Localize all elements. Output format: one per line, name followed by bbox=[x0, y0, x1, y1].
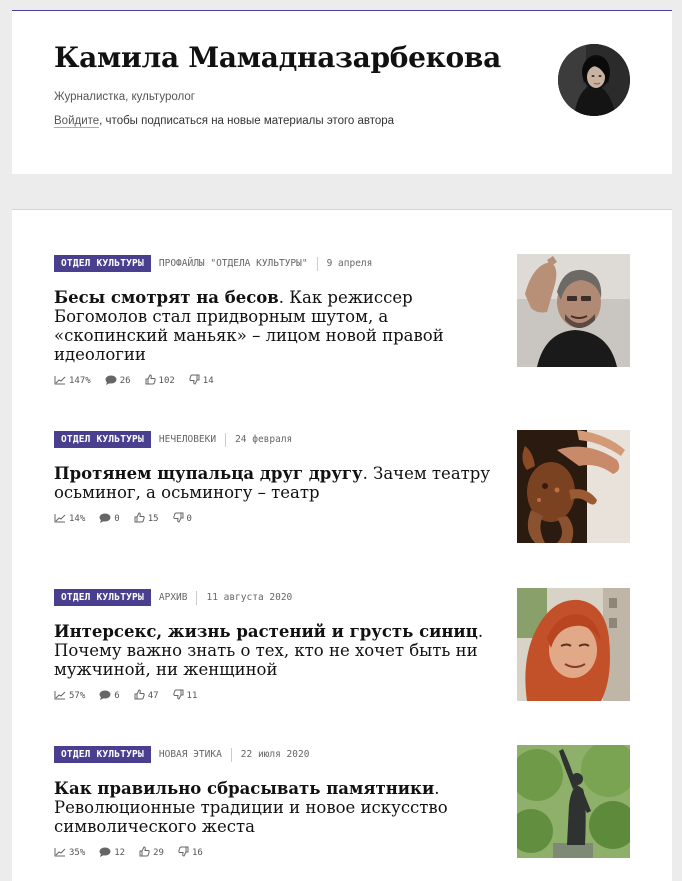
speech-bubble-icon bbox=[99, 690, 114, 703]
login-link[interactable]: Войдите bbox=[54, 115, 100, 128]
meta-divider bbox=[196, 590, 198, 605]
article-card: ОТДЕЛ КУЛЬТУРЫ НЕЧЕЛОВЕКИ 24 февраля Про… bbox=[54, 430, 630, 545]
article-stats: 147% 26 102 14 bbox=[54, 374, 228, 388]
thumbs-down-icon bbox=[178, 846, 192, 860]
article-headline[interactable]: Как правильно сбрасывать памятники. Рево… bbox=[54, 779, 494, 836]
section-link[interactable]: НЕЧЕЛОВЕКИ bbox=[159, 434, 216, 445]
article-card: ОТДЕЛ КУЛЬТУРЫ ПРОФАЙЛЫ "ОТДЕЛА КУЛЬТУРЫ… bbox=[54, 254, 630, 386]
article-date: 11 августа 2020 bbox=[206, 592, 293, 603]
trend-chart-icon bbox=[54, 375, 69, 388]
article-headline[interactable]: Протянем щупальца друг другу. Зачем теат… bbox=[54, 464, 494, 502]
meta-divider bbox=[230, 747, 232, 762]
thumbs-down-icon bbox=[172, 512, 187, 526]
meta-divider bbox=[225, 432, 227, 447]
article-meta: ОТДЕЛ КУЛЬТУРЫ АРХИВ 11 августа 2020 bbox=[54, 588, 292, 607]
speech-bubble-icon bbox=[99, 847, 114, 860]
article-stats: 14% 0 15 0 bbox=[54, 512, 206, 526]
article-card: ОТДЕЛ КУЛЬТУРЫ НОВАЯ ЭТИКА 22 июля 2020 … bbox=[54, 745, 630, 860]
author-role: Журналистка, культуролог bbox=[54, 91, 195, 103]
article-meta: ОТДЕЛ КУЛЬТУРЫ НЕЧЕЛОВЕКИ 24 февраля bbox=[54, 430, 292, 449]
subscribe-note: Войдите, чтобы подписаться на новые мате… bbox=[54, 115, 395, 128]
author-card: Камила Мамадназарбекова Журналистка, кул… bbox=[12, 10, 672, 174]
views-stat: 14% bbox=[54, 513, 85, 526]
thumbs-down-icon bbox=[189, 374, 203, 388]
section-link[interactable]: НОВАЯ ЭТИКА bbox=[159, 749, 222, 760]
likes-stat[interactable]: 15 bbox=[134, 512, 159, 526]
article-thumbnail[interactable] bbox=[517, 430, 630, 543]
thumbs-up-icon bbox=[145, 374, 159, 388]
rubric-badge[interactable]: ОТДЕЛ КУЛЬТУРЫ bbox=[54, 746, 151, 763]
trend-chart-icon bbox=[54, 513, 69, 526]
article-thumbnail[interactable] bbox=[517, 745, 630, 858]
headline-bold: Интерсекс, жизнь растений и грусть синиц bbox=[54, 622, 478, 641]
likes-stat[interactable]: 29 bbox=[139, 846, 164, 860]
meta-divider bbox=[316, 256, 318, 271]
likes-stat[interactable]: 47 bbox=[134, 689, 159, 703]
article-meta: ОТДЕЛ КУЛЬТУРЫ ПРОФАЙЛЫ "ОТДЕЛА КУЛЬТУРЫ… bbox=[54, 254, 372, 273]
views-stat: 57% bbox=[54, 690, 85, 703]
dislikes-stat[interactable]: 11 bbox=[172, 689, 197, 703]
likes-stat[interactable]: 102 bbox=[145, 374, 175, 388]
article-stats: 57% 6 47 11 bbox=[54, 689, 211, 703]
thumbs-up-icon bbox=[134, 512, 148, 526]
article-meta: ОТДЕЛ КУЛЬТУРЫ НОВАЯ ЭТИКА 22 июля 2020 bbox=[54, 745, 309, 764]
article-thumbnail[interactable] bbox=[517, 254, 630, 367]
headline-bold: Как правильно сбрасывать памятники bbox=[54, 779, 435, 798]
dislikes-stat[interactable]: 0 bbox=[172, 512, 192, 526]
dislikes-stat[interactable]: 16 bbox=[178, 846, 203, 860]
author-avatar bbox=[558, 44, 630, 116]
trend-chart-icon bbox=[54, 847, 69, 860]
thumbs-up-icon bbox=[134, 689, 148, 703]
article-feed: ОТДЕЛ КУЛЬТУРЫ ПРОФАЙЛЫ "ОТДЕЛА КУЛЬТУРЫ… bbox=[12, 209, 672, 881]
speech-bubble-icon bbox=[99, 513, 114, 526]
article-stats: 35% 12 29 16 bbox=[54, 846, 217, 860]
subscribe-text: , чтобы подписаться на новые материалы э… bbox=[99, 115, 395, 127]
article-date: 22 июля 2020 bbox=[240, 749, 310, 760]
rubric-badge[interactable]: ОТДЕЛ КУЛЬТУРЫ bbox=[54, 255, 151, 272]
trend-chart-icon bbox=[54, 690, 69, 703]
comments-stat[interactable]: 0 bbox=[99, 513, 120, 526]
article-date: 24 февраля bbox=[235, 434, 293, 445]
headline-bold: Протянем щупальца друг другу bbox=[54, 464, 363, 483]
article-headline[interactable]: Интерсекс, жизнь растений и грусть синиц… bbox=[54, 622, 494, 679]
article-thumbnail[interactable] bbox=[517, 588, 630, 701]
rubric-badge[interactable]: ОТДЕЛ КУЛЬТУРЫ bbox=[54, 589, 151, 606]
section-link[interactable]: АРХИВ bbox=[159, 592, 188, 603]
views-stat: 147% bbox=[54, 375, 91, 388]
headline-bold: Бесы смотрят на бесов bbox=[54, 288, 279, 307]
article-date: 9 апреля bbox=[326, 258, 373, 269]
speech-bubble-icon bbox=[105, 375, 120, 388]
section-link[interactable]: ПРОФАЙЛЫ "ОТДЕЛА КУЛЬТУРЫ" bbox=[159, 258, 308, 269]
dislikes-stat[interactable]: 14 bbox=[189, 374, 214, 388]
author-name: Камила Мамадназарбекова bbox=[54, 41, 501, 74]
comments-stat[interactable]: 6 bbox=[99, 690, 120, 703]
rubric-badge[interactable]: ОТДЕЛ КУЛЬТУРЫ bbox=[54, 431, 151, 448]
thumbs-up-icon bbox=[139, 846, 153, 860]
comments-stat[interactable]: 12 bbox=[99, 847, 125, 860]
comments-stat[interactable]: 26 bbox=[105, 375, 131, 388]
article-card: ОТДЕЛ КУЛЬТУРЫ АРХИВ 11 августа 2020 Инт… bbox=[54, 588, 630, 703]
article-headline[interactable]: Бесы смотрят на бесов. Как режиссер Бого… bbox=[54, 288, 494, 364]
thumbs-down-icon bbox=[172, 689, 187, 703]
views-stat: 35% bbox=[54, 847, 85, 860]
